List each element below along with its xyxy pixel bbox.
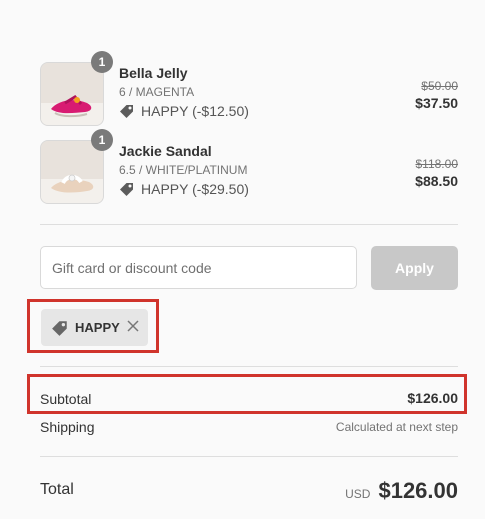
line-item: 1 Jackie Sandal 6.5 / WHITE/PLATINUM HAP… — [40, 129, 459, 204]
applied-code-label: HAPPY — [75, 320, 120, 335]
currency-code: USD — [345, 487, 371, 501]
product-variant: 6.5 / WHITE/PLATINUM — [119, 163, 248, 177]
product-name: Jackie Sandal — [119, 143, 212, 159]
total-price: USD $126.00 — [345, 478, 458, 504]
subtotal-label: Subtotal — [40, 391, 92, 407]
tag-icon — [120, 183, 133, 196]
product-image — [40, 140, 104, 204]
tag-icon — [52, 320, 67, 336]
shipping-value: Calculated at next step — [335, 420, 458, 434]
original-price: $118.00 — [415, 157, 459, 171]
product-variant: 6 / MAGENTA — [119, 85, 195, 99]
discount-text: HAPPY (-$29.50) — [141, 181, 249, 197]
line-item: 1 Bella Jelly 6 / MAGENTA HAPPY (-$12.50… — [40, 51, 458, 126]
original-price: $50.00 — [421, 79, 458, 93]
close-icon[interactable] — [126, 319, 140, 333]
applied-discount-tag: HAPPY — [41, 309, 148, 346]
total-label: Total — [40, 481, 74, 498]
total-amount: $126.00 — [378, 478, 458, 503]
quantity-badge: 1 — [91, 51, 113, 73]
product-image — [40, 62, 104, 126]
discount-code-input[interactable] — [40, 246, 357, 289]
item-price: $37.50 — [415, 95, 458, 111]
discount-allocation: HAPPY (-$29.50) — [119, 181, 249, 197]
highlight-box — [27, 374, 467, 414]
divider — [40, 224, 458, 225]
divider — [40, 456, 458, 457]
subtotal-value: $126.00 — [407, 390, 458, 406]
discount-allocation: HAPPY (-$12.50) — [119, 103, 249, 119]
quantity-badge: 1 — [91, 129, 113, 151]
tag-icon — [120, 105, 133, 118]
apply-button[interactable]: Apply — [371, 246, 458, 290]
divider — [40, 366, 458, 367]
shipping-label: Shipping — [40, 419, 95, 435]
product-name: Bella Jelly — [119, 65, 188, 81]
discount-text: HAPPY (-$12.50) — [141, 103, 249, 119]
item-price: $88.50 — [415, 173, 458, 189]
